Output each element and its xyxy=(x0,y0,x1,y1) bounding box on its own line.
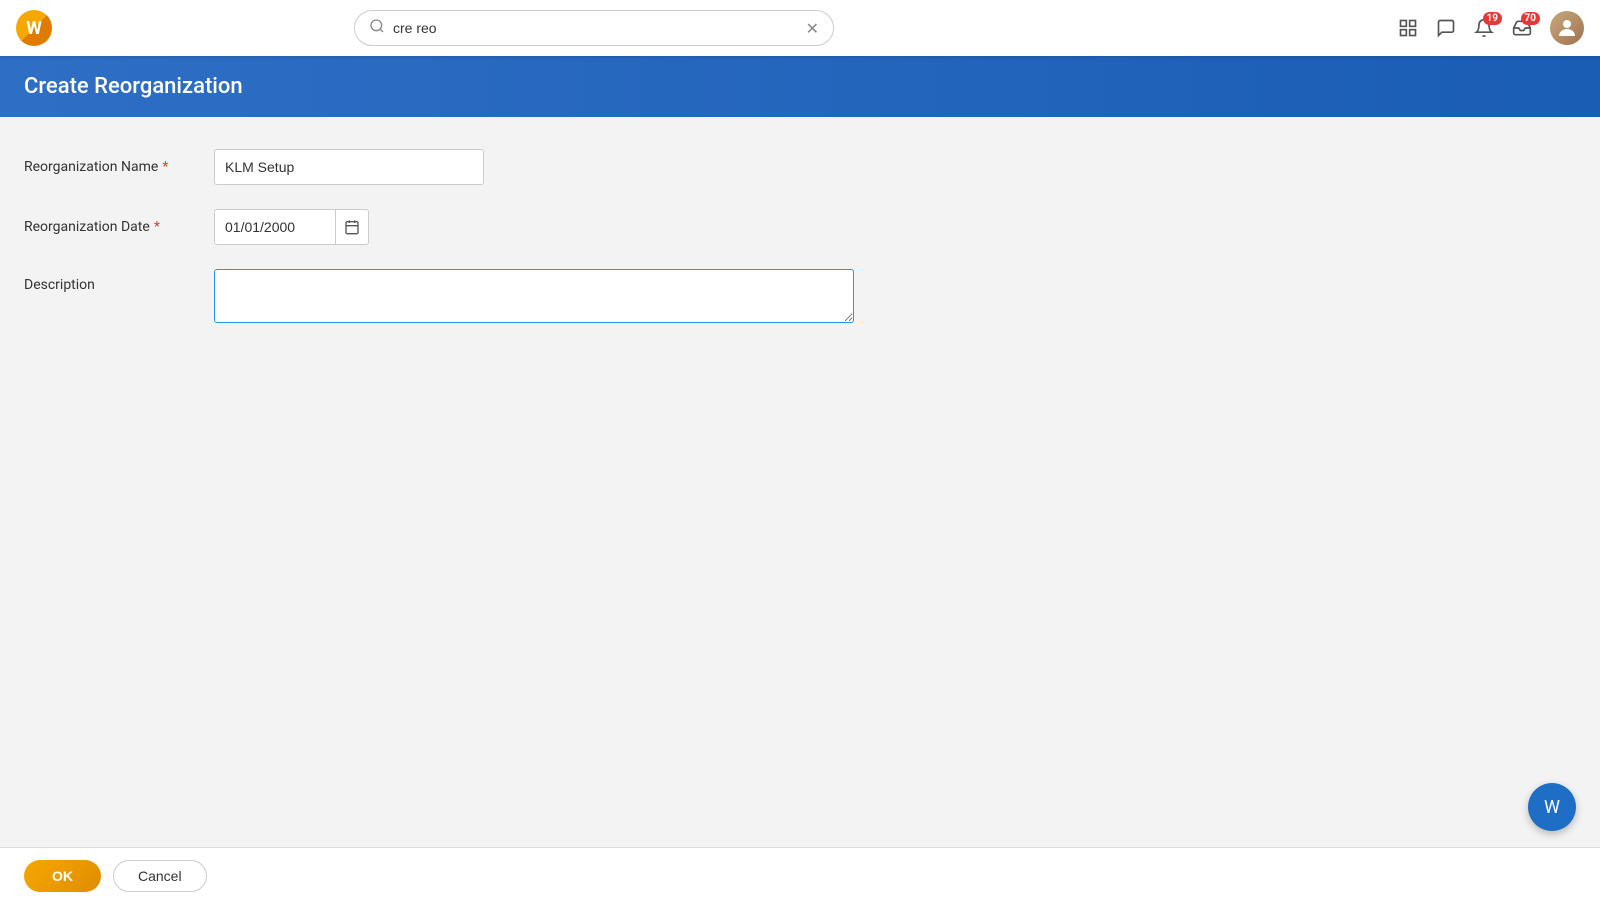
inbox-icon[interactable]: 70 xyxy=(1512,18,1532,38)
page-header: Create Reorganization xyxy=(0,56,1600,117)
topnav-right-icons: 19 70 xyxy=(1398,11,1584,45)
global-search-bar: ✕ xyxy=(354,10,834,46)
reorg-name-input[interactable] xyxy=(214,149,484,185)
cancel-button[interactable]: Cancel xyxy=(113,860,207,892)
ok-button[interactable]: OK xyxy=(24,860,101,892)
logo-icon: W xyxy=(16,10,52,46)
reorg-name-required: * xyxy=(162,159,168,175)
page-title: Create Reorganization xyxy=(24,74,1576,99)
workday-logo[interactable]: W xyxy=(16,10,52,46)
reorg-name-row: Reorganization Name * xyxy=(24,149,1576,185)
reorg-date-wrapper xyxy=(214,209,369,245)
chat-icon[interactable] xyxy=(1436,18,1456,38)
description-textarea[interactable] xyxy=(214,269,854,323)
calendar-icon-button[interactable] xyxy=(335,210,368,244)
search-icon xyxy=(369,18,385,38)
notifications-icon[interactable]: 19 xyxy=(1474,18,1494,38)
bottom-action-bar: OK Cancel xyxy=(0,847,1600,903)
description-row: Description xyxy=(24,269,1576,323)
reorg-date-input[interactable] xyxy=(215,210,335,244)
help-icon: W xyxy=(1544,797,1560,818)
grid-menu-icon[interactable] xyxy=(1398,18,1418,38)
user-avatar[interactable] xyxy=(1550,11,1584,45)
description-label: Description xyxy=(24,269,214,293)
top-navigation: W ✕ 19 xyxy=(0,0,1600,56)
search-clear-icon[interactable]: ✕ xyxy=(806,19,819,38)
search-input[interactable] xyxy=(393,20,806,36)
inbox-badge: 70 xyxy=(1521,12,1540,25)
floating-help-button[interactable]: W xyxy=(1528,783,1576,831)
reorg-date-row: Reorganization Date * xyxy=(24,209,1576,245)
main-content: Reorganization Name * Reorganization Dat… xyxy=(0,117,1600,844)
reorg-date-required: * xyxy=(154,219,160,235)
reorg-date-label: Reorganization Date * xyxy=(24,219,214,235)
reorg-name-label: Reorganization Name * xyxy=(24,159,214,175)
notifications-badge: 19 xyxy=(1483,12,1502,25)
